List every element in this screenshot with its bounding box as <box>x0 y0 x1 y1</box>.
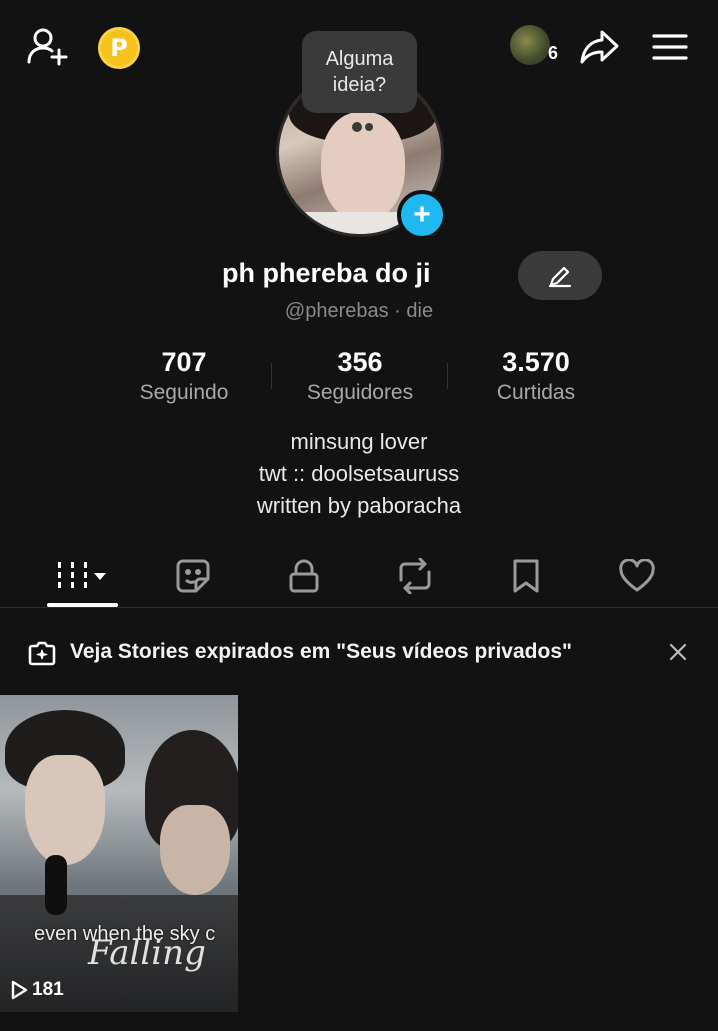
stat-value: 3.570 <box>502 347 570 377</box>
sticker-icon <box>176 559 210 593</box>
stat-following[interactable]: 707 Seguindo <box>94 347 274 405</box>
bio-line: written by paboracha <box>256 493 462 518</box>
tab-reposts[interactable] <box>380 551 450 601</box>
tab-videos[interactable] <box>48 551 118 601</box>
display-name: ph phereba do ji <box>222 258 431 288</box>
stat-followers[interactable]: 356 Seguidores <box>270 347 450 405</box>
view-count: 181 <box>32 979 64 1000</box>
grid-filter-icon <box>58 562 106 588</box>
stat-value: 356 <box>337 347 383 377</box>
stat-label: Seguidores <box>306 381 414 404</box>
note-bubble-line1: Alguma <box>325 48 394 70</box>
edit-profile-button[interactable] <box>518 251 602 300</box>
lock-icon <box>289 559 319 593</box>
menu-icon[interactable] <box>648 26 692 68</box>
play-icon <box>11 980 28 1000</box>
divider <box>0 607 718 608</box>
stat-label: Curtidas <box>496 381 576 404</box>
stat-label: Seguindo <box>139 381 229 404</box>
tab-stickers[interactable] <box>158 551 228 601</box>
video-views: 181 <box>10 979 64 1001</box>
video-script-text: Falling <box>88 933 206 973</box>
stat-value: 707 <box>161 347 207 377</box>
story-plus-icon <box>28 640 56 666</box>
add-friend-icon[interactable] <box>24 24 72 68</box>
stat-likes[interactable]: 3.570 Curtidas <box>446 347 626 405</box>
tab-saved[interactable] <box>491 551 561 601</box>
pencil-icon <box>548 266 572 287</box>
note-bubble[interactable]: Alguma ideia? <box>302 31 417 113</box>
note-bubble-line2: ideia? <box>332 74 387 96</box>
share-icon[interactable] <box>578 26 622 68</box>
bubble-tail-icon <box>352 120 376 132</box>
username: @pherebas · die <box>284 300 434 322</box>
bio-line: minsung lover <box>290 429 428 454</box>
tab-liked[interactable] <box>602 551 672 601</box>
friend-avatar[interactable] <box>510 25 550 65</box>
tab-private[interactable] <box>269 551 339 601</box>
bio-line: twt :: doolsetsauruss <box>258 461 460 486</box>
add-story-plus-icon[interactable]: + <box>397 190 447 240</box>
friends-count: 6 <box>548 43 559 63</box>
bio: minsung lover twt :: doolsetsauruss writ… <box>0 426 718 522</box>
heart-icon <box>619 559 655 592</box>
video-thumbnail[interactable]: even when the sky c Falling 181 <box>0 695 238 1012</box>
close-icon[interactable] <box>662 636 694 668</box>
banner-text: Veja Stories expirados em "Seus vídeos p… <box>70 640 572 663</box>
bookmark-icon <box>513 559 539 593</box>
repost-icon <box>399 558 431 594</box>
coin-icon[interactable]: P <box>98 27 140 69</box>
